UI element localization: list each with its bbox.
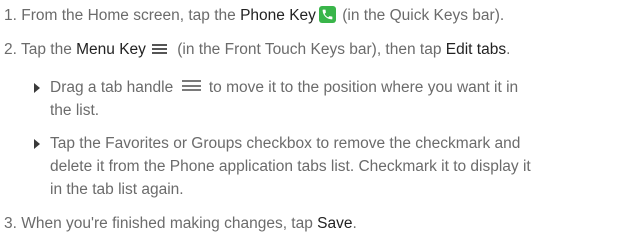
step-text: (in the Quick Keys bar).: [337, 7, 505, 24]
save-label: Save: [317, 215, 353, 232]
bullet-arrow-icon: [34, 83, 40, 93]
bullet-1-line-2: the list.: [50, 102, 100, 119]
step-number: 2.: [4, 41, 17, 58]
step-text: From the Home screen, tap the: [21, 7, 241, 24]
step-3: 3. When you're finished making changes, …: [4, 212, 357, 235]
phone-key-label: Phone Key: [240, 7, 316, 24]
menu-key-label: Menu Key: [76, 41, 146, 58]
step-text: Tap the: [20, 41, 77, 58]
bullet-text: to move it to the position where you wan…: [204, 79, 519, 96]
step-text: .: [352, 215, 357, 232]
bullet-2-line-1: Tap the Favorites or Groups checkbox to …: [50, 135, 521, 152]
step-number: 1.: [4, 7, 17, 24]
bullet-1-line-1: Drag a tab handle to move it to the posi…: [50, 76, 518, 99]
phone-key-icon: [318, 6, 336, 23]
step-text: .: [506, 41, 511, 58]
bullet-text: Drag a tab handle: [50, 79, 178, 96]
step-text: (in the Front Touch Keys bar), then tap: [172, 41, 446, 58]
step-number: 3.: [4, 215, 17, 232]
bullet-2-line-2: delete it from the Phone application tab…: [50, 158, 531, 175]
bullet-2-line-3: in the tab list again.: [50, 181, 184, 198]
menu-key-icon: [151, 43, 167, 54]
edit-tabs-label: Edit tabs: [445, 41, 507, 58]
step-text: When you're finished making changes, tap: [21, 215, 318, 232]
step-1: 1. From the Home screen, tap the Phone K…: [4, 4, 504, 27]
step-2: 2. Tap the Menu Key (in the Front Touch …: [4, 38, 510, 61]
tab-handle-icon: [181, 80, 201, 92]
bullet-arrow-icon: [34, 139, 40, 149]
